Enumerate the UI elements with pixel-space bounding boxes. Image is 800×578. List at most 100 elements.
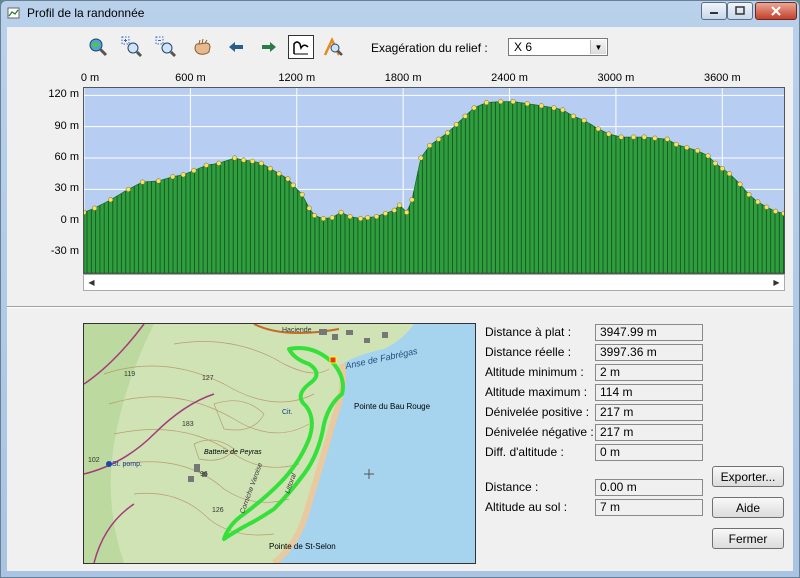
chevron-down-icon: ▼ [594,42,603,52]
profile-vertex [391,207,397,213]
minimize-button[interactable] [701,2,727,20]
profile-vertex [471,105,477,111]
map-label-cit: Cit. [282,409,293,416]
export-button[interactable]: Exporter... [712,466,784,487]
close-button[interactable]: Fermer [712,528,784,549]
stat-value: 3947.99 m [595,324,703,341]
stat-label: Altitude maximum : [485,385,588,399]
zoom-fit-button[interactable] [85,35,111,59]
next-button[interactable] [256,35,282,59]
maximize-button[interactable] [727,2,753,20]
profile-vertex [705,153,711,159]
previous-button[interactable] [223,35,249,59]
exaggeration-value: X 6 [514,40,533,54]
map-label-haciende: Haciende [282,327,312,334]
profile-vertex [664,136,670,142]
profile-vertex [560,107,566,113]
exaggeration-select[interactable]: X 6 ▼ [508,38,608,56]
profile-vertex [203,162,209,168]
profile-vertex [276,171,282,177]
profile-vertex [755,199,761,205]
map-label-bau-rouge: Pointe du Bau Rouge [354,402,431,411]
pan-button[interactable] [189,35,215,59]
arrow-left-icon [229,42,243,52]
stat-value: 217 m [595,424,703,441]
elevation-profile-chart[interactable] [83,87,785,274]
profile-vertex [694,148,701,154]
stat-label: Diff. d'altitude : [485,445,564,459]
scroll-left-button[interactable]: ◀ [84,275,99,290]
profile-vertex [320,216,326,222]
splitter[interactable] [7,306,793,308]
title-bar[interactable]: Profil de la randonnée [1,1,799,27]
profile-toggle-button[interactable] [288,35,314,59]
profile-horizontal-scrollbar[interactable]: ◀ ▶ [83,274,785,291]
profile-window: Profil de la randonnée Exagération du re… [0,0,800,578]
profile-vertex [641,134,647,140]
profile-vertex [329,215,335,221]
profile-vertex [462,113,468,119]
scroll-right-button[interactable]: ▶ [769,275,784,290]
profile-vertex [139,179,146,185]
exaggeration-label: Exagération du relief : [371,41,488,55]
y-tick-label: 90 m [54,119,79,132]
profile-vertex [746,192,752,198]
profile-vertex [241,157,247,163]
profile-vertex [404,209,410,215]
profile-vertex [170,174,176,180]
map-label-127: 127 [202,375,214,382]
profile-vertex [764,204,770,210]
profile-vertex [311,212,318,219]
profile-vertex [125,186,131,192]
profile-vertex [595,126,601,132]
profile-vertex [358,216,364,222]
pan-hand-icon [194,38,211,55]
profile-vertex [453,122,459,128]
profile-app-icon [7,7,20,19]
profile-vertex [444,130,451,136]
zoom-in-button[interactable] [119,35,145,59]
stat-label: Altitude au sol : [485,500,568,514]
walker-button[interactable] [320,35,346,59]
profile-vertex [483,100,490,106]
help-button[interactable]: Aide [712,497,784,518]
minimize-icon [710,12,718,14]
x-tick-label: 0 m [80,72,100,84]
stat-label: Distance : [485,480,539,494]
map-label-102: 102 [88,457,100,464]
topographic-map: Anse de Fabrégas Pointe du Bau Rouge Bat… [84,324,475,563]
profile-vertex [551,105,557,111]
profile-vertex [606,131,612,137]
y-tick-label: 30 m [54,182,79,195]
profile-vertex [427,142,433,149]
profile-vertex [374,214,380,220]
stat-value: 0 m [595,444,703,461]
profile-vertex [382,210,388,216]
arrow-right-icon [262,42,276,52]
close-window-button[interactable] [755,2,797,20]
profile-area [84,101,784,273]
zoom-out-button[interactable] [153,35,179,59]
zoom-in-icon [121,36,143,58]
x-tick-label: 1200 m [278,72,316,84]
profile-vertex [347,214,353,220]
zoom-globe-icon [89,38,108,57]
profile-vertex [338,209,344,215]
profile-vertex [92,205,98,211]
stat-label: Dénivelée négative : [485,425,594,439]
profile-vertex [631,134,637,140]
profile-vertex [538,103,544,109]
profile-vertex [418,155,424,161]
stat-label: Dénivelée positive : [485,405,590,419]
profile-vertex [267,165,273,172]
map-label-96: 96 [200,471,208,478]
stat-value: 114 m [595,384,703,401]
y-tick-label: 0 m [60,213,79,226]
hike-map[interactable]: Anse de Fabrégas Pointe du Bau Rouge Bat… [83,323,476,564]
profile-vertex [737,181,743,187]
scroll-right-icon: ▶ [773,278,780,287]
exaggeration-dropdown-arrow[interactable]: ▼ [590,40,606,54]
stat-value: 217 m [595,404,703,421]
stat-value: 0.00 m [595,479,703,496]
dialog-client: Exagération du relief : X 6 ▼ 0 m 600 m 12… [7,27,793,571]
